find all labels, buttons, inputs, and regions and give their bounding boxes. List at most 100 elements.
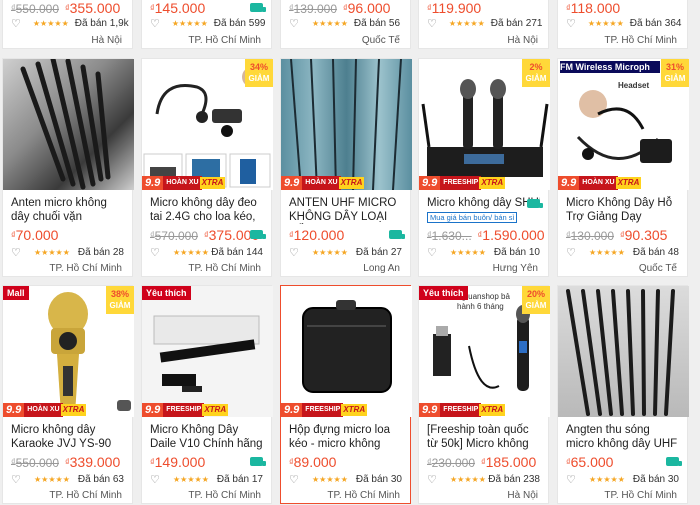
video-icon[interactable] [117, 400, 131, 411]
price: ₫185.000 [481, 454, 537, 470]
sold-count: Đã bán 364 [629, 18, 682, 29]
sold-count: Đã bán 17 [216, 474, 263, 485]
product-card[interactable]: ₫119.900 ♡ ★★★★★ Đã bán 271 Hà Nội [418, 0, 549, 49]
promo-badge: 9.9 HOÀN XU XTRA [142, 176, 226, 190]
location: Quốc Tế [361, 35, 400, 46]
discount-badge: 38% GIẢM [106, 286, 134, 314]
location: TP. Hồ Chí Minh [188, 490, 261, 501]
product-card[interactable]: 9.9 FREESHIP XTRA Hộp đựng micro loa kéo -… [280, 285, 412, 504]
truck-icon [389, 230, 405, 239]
product-card[interactable]: 2%GIẢM 9.9FREESHIPXTRA Micro không dây S… [418, 58, 550, 277]
price: ₫118.000 [566, 0, 621, 16]
heart-icon[interactable]: ♡ [150, 18, 160, 29]
product-card[interactable]: ₫118.000 ♡ ★★★★★ Đã bán 364 TP. Hồ Chí M… [557, 0, 688, 49]
product-image: 9.9 FREESHIP XTRA [281, 286, 412, 417]
product-card[interactable]: Anten micro không dây chuối vặn ₫70.000 … [2, 58, 134, 277]
sold-count: Đã bán 48 [632, 247, 679, 258]
location: TP. Hồ Chí Minh [327, 490, 400, 501]
truck-icon [250, 457, 266, 466]
price: ₫339.000 [65, 454, 121, 470]
heart-icon[interactable]: ♡ [566, 247, 577, 258]
discount-badge: 31% GIẢM [661, 59, 689, 87]
product-image: Yêu thích 9.9 FREESHIP XTRA [142, 286, 273, 417]
price: ₫149.000 [150, 454, 206, 470]
favorite-tag: Yêu thích [419, 286, 468, 300]
heart-icon[interactable]: ♡ [289, 18, 300, 29]
product-title: Angten thu sóng micro không dây UHF [566, 424, 678, 450]
location: TP. Hồ Chí Minh [604, 490, 677, 501]
product-card[interactable]: ₫139.000 ₫96.000 ♡ ★★★★★ Đã bán 56 Quốc … [280, 0, 411, 49]
old-price: ₫550.000 [11, 2, 60, 16]
heart-icon[interactable]: ♡ [427, 18, 437, 29]
product-title: Micro không dây SHUR... [427, 197, 540, 209]
product-card[interactable]: Mall 38% GIẢM 9.9 HOÀN XU XTRA Micro không … [2, 285, 134, 504]
sold-count: Đã bán 599 [213, 18, 266, 29]
heart-icon[interactable]: ♡ [11, 474, 22, 485]
rating-stars: ★★★★★ [171, 19, 208, 28]
heart-icon[interactable]: ♡ [566, 474, 577, 485]
price: ₫96.000 [343, 0, 391, 16]
sold-count: Đã bán 1,9k [74, 18, 129, 29]
discount-badge: 2% GIẢM [522, 59, 550, 87]
discount-badge: 20% GIẢM [522, 286, 550, 314]
location: TP. Hồ Chí Minh [604, 35, 677, 46]
promo-badge: 9.9 HOÀN XU XTRA [558, 176, 642, 190]
rating-stars: ★★★★★ [34, 475, 70, 484]
promo-badge: 9.9 FREESHIP XTRA [419, 176, 506, 190]
product-card[interactable]: ₫145.000 ♡ ★★★★★ Đã bán 599 TP. Hồ Chí M… [141, 0, 272, 49]
heart-icon[interactable]: ♡ [289, 474, 300, 485]
image-caption: FM Wireless Microph [560, 61, 660, 73]
antenna-bundle-image [290, 59, 402, 190]
favorite-tag: Yêu thích [142, 286, 191, 300]
price: ₫120.000 [289, 227, 345, 243]
sold-count: Đã bán 28 [77, 247, 124, 258]
product-card[interactable]: FM Wireless Microph Headset 31% GIẢM 9.9 H… [557, 58, 689, 277]
discount-badge: 34% GIẢM [245, 59, 273, 87]
old-price: ₫230.000 [427, 456, 476, 470]
product-card[interactable]: ngtuanshop bả hành 6 tháng Yêu thích 20%… [418, 285, 550, 504]
heart-icon[interactable]: ♡ [150, 247, 161, 258]
rating-stars: ★★★★★ [312, 248, 348, 257]
location: Hà Nội [507, 490, 538, 501]
mic-box-image [153, 315, 260, 392]
promo-badge: 9.9 FREESHIP XTRA [419, 403, 506, 417]
heart-icon[interactable]: ♡ [427, 474, 438, 485]
rating-stars: ★★★★★ [34, 248, 70, 257]
truck-icon [250, 3, 266, 12]
image-subcaption: Headset [618, 81, 650, 90]
product-title: Hộp đựng micro loa kéo - micro không dây… [289, 424, 391, 450]
rating-stars: ★★★★★ [589, 475, 625, 484]
product-image: FM Wireless Microph Headset 31% GIẢM 9.9 H… [558, 59, 689, 190]
promo-badge: 9.9 HOÀN XU XTRA [281, 176, 365, 190]
antenna-image [20, 59, 111, 190]
product-title: Anten micro không dây chuối vặn [11, 197, 107, 223]
price: ₫65.000 [566, 454, 614, 470]
product-image: 9.9 HOÀN XU XTRA [281, 59, 412, 190]
heart-icon[interactable]: ♡ [150, 474, 161, 485]
heart-icon[interactable]: ♡ [566, 18, 576, 29]
mall-tag: Mall [3, 286, 29, 300]
product-card[interactable]: ₫550.000 ₫355.000 ♡ ★★★★★ Đã bán 1,9k Hà… [2, 0, 133, 49]
product-card[interactable]: Yêu thích 9.9 FREESHIP XTRA Micro Không Dâ… [141, 285, 273, 504]
sold-count: Đã bán 144 [211, 247, 263, 258]
rating-stars: ★★★★★ [589, 248, 625, 257]
promo-badge: 9.9 FREESHIP XTRA [281, 403, 368, 417]
heart-icon[interactable]: ♡ [11, 18, 21, 29]
rating-stars: ★★★★★ [173, 475, 209, 484]
sold-count: Đã bán 27 [355, 247, 402, 258]
promo-badge: 9.9 FREESHIP XTRA [142, 403, 229, 417]
product-title: Micro không dây Karaoke JVJ YS-90 Blueto… [11, 424, 112, 450]
old-price: ₫550.000 [11, 456, 60, 470]
product-card[interactable]: 9.9 HOÀN XU XTRA ANTEN UHF MICRO KHÔNG DÂY… [280, 58, 412, 277]
location: Hà Nội [91, 35, 122, 46]
heart-icon[interactable]: ♡ [427, 247, 438, 258]
product-card[interactable]: 34% GIẢM 9.9 HOÀN XU XTRA Micro không dây đ… [141, 58, 273, 277]
location: Quốc Tế [638, 263, 677, 274]
heart-icon[interactable]: ♡ [11, 247, 22, 258]
rating-stars: ★★★★★ [173, 248, 209, 257]
price: ₫89.000 [289, 454, 337, 470]
product-image: Mall 38% GIẢM 9.9 HOÀN XU XTRA [3, 286, 134, 417]
product-image [3, 59, 134, 190]
heart-icon[interactable]: ♡ [289, 247, 300, 258]
product-card[interactable]: Angten thu sóng micro không dây UHF ₫65.… [557, 285, 689, 504]
